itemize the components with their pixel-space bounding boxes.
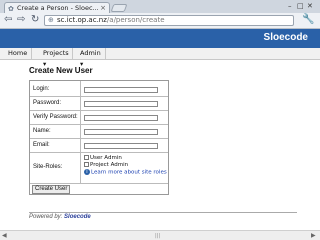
learn-more-link[interactable]: Learn more about site roles bbox=[91, 170, 167, 176]
close-tab-icon[interactable]: × bbox=[100, 3, 106, 13]
url-host: sc.ict.op.ac.nz bbox=[57, 16, 107, 24]
menu-admin[interactable]: Admin ▾ bbox=[76, 48, 106, 68]
row-divider bbox=[30, 124, 168, 125]
row-divider bbox=[30, 183, 168, 184]
forward-arrow-icon[interactable]: ⇨ bbox=[17, 14, 25, 26]
browser-tab[interactable]: ✿ Create a Person - Sloec... × bbox=[4, 2, 110, 13]
footer-brand[interactable]: Sloecode bbox=[64, 214, 91, 220]
email-label: Email: bbox=[33, 142, 50, 148]
site-title: Sloecode bbox=[263, 32, 308, 43]
row-divider bbox=[30, 96, 168, 97]
wrench-menu-icon[interactable]: 🔧 bbox=[302, 14, 314, 25]
scroll-right-icon[interactable]: ▶ bbox=[311, 232, 316, 239]
minimize-icon[interactable]: – bbox=[288, 1, 292, 11]
browser-toolbar: ⇦ ⇨ ↻ ⊕ sc.ict.op.ac.nz/a/person/create … bbox=[0, 13, 320, 29]
row-divider bbox=[30, 138, 168, 139]
new-tab-button[interactable] bbox=[110, 4, 128, 12]
row-divider bbox=[30, 110, 168, 111]
site-header: Sloecode bbox=[0, 29, 320, 48]
learn-more-row: i Learn more about site roles bbox=[84, 169, 167, 177]
user-admin-checkbox[interactable] bbox=[84, 155, 89, 160]
name-field[interactable] bbox=[84, 129, 158, 135]
project-admin-option[interactable]: Project Admin bbox=[84, 162, 128, 169]
scroll-thumb-grip-icon[interactable]: ||| bbox=[155, 233, 160, 239]
name-label: Name: bbox=[33, 128, 51, 134]
back-arrow-icon[interactable]: ⇦ bbox=[4, 14, 12, 26]
login-label: Login: bbox=[33, 86, 50, 92]
row-divider bbox=[30, 152, 168, 153]
horizontal-scrollbar[interactable]: ◀ ||| ▶ bbox=[0, 230, 320, 240]
info-icon: i bbox=[84, 169, 90, 175]
globe-icon: ⊕ bbox=[48, 16, 54, 24]
email-field[interactable] bbox=[84, 143, 158, 149]
project-admin-label: Project Admin bbox=[90, 162, 129, 168]
url-path: /a/person/create bbox=[106, 16, 165, 24]
site-roles-label: Site-Roles: bbox=[33, 164, 63, 170]
verify-password-label: Verify Password: bbox=[33, 114, 78, 120]
footer: Powered by: Sloecode bbox=[29, 214, 91, 220]
menu-home[interactable]: Home bbox=[4, 48, 32, 59]
maximize-icon[interactable]: □ bbox=[297, 1, 304, 11]
page-favicon-icon: ✿ bbox=[8, 5, 14, 13]
password-field[interactable] bbox=[84, 101, 158, 107]
browser-tab-title: Create a Person - Sloec... bbox=[17, 4, 99, 12]
footer-divider bbox=[29, 212, 297, 213]
create-user-button[interactable]: Create User bbox=[32, 185, 71, 194]
menu-projects[interactable]: Projects ▾ bbox=[39, 48, 73, 68]
browser-tab-strip: ✿ Create a Person - Sloec... × – □ ✕ bbox=[0, 0, 320, 13]
site-menubar: Home Projects ▾ Admin ▾ bbox=[0, 48, 320, 68]
page-title: Create New User bbox=[29, 66, 93, 75]
address-bar[interactable]: ⊕ sc.ict.op.ac.nz/a/person/create bbox=[44, 15, 294, 26]
scroll-left-icon[interactable]: ◀ bbox=[2, 232, 7, 239]
reload-icon[interactable]: ↻ bbox=[31, 14, 39, 26]
login-field[interactable] bbox=[84, 87, 158, 93]
user-admin-label: User Admin bbox=[90, 155, 122, 161]
project-admin-checkbox[interactable] bbox=[84, 162, 89, 167]
window-close-icon[interactable]: ✕ bbox=[307, 1, 313, 11]
password-label: Password: bbox=[33, 100, 62, 106]
footer-prefix: Powered by: bbox=[29, 214, 63, 220]
verify-password-field[interactable] bbox=[84, 115, 158, 121]
create-user-form: Login: Password: Verify Password: Name: … bbox=[29, 80, 169, 195]
user-admin-option[interactable]: User Admin bbox=[84, 155, 122, 162]
